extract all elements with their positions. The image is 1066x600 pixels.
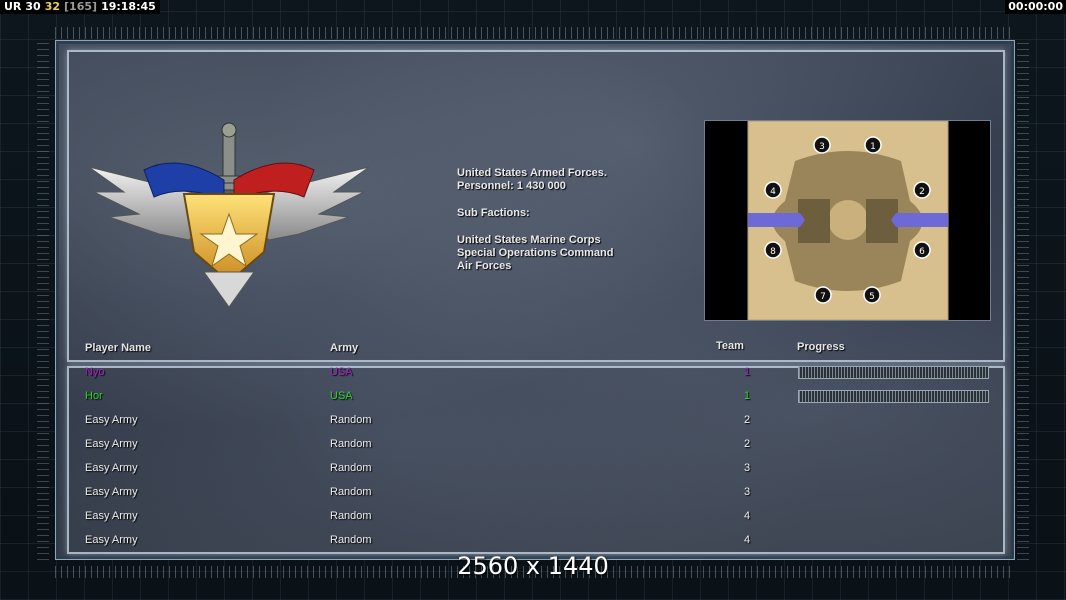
map-start-slot-6[interactable]: 6 [913, 241, 931, 259]
player-name: Nyo [85, 366, 105, 378]
map-start-slot-5[interactable]: 5 [863, 286, 881, 304]
header-team: Team [716, 340, 744, 352]
subfactions-heading: Sub Factions: [457, 207, 530, 219]
player-team: 1 [744, 390, 751, 402]
player-progress-bar [798, 390, 989, 403]
faction-description: United States Armed Forces. Personnel: 1… [457, 167, 613, 273]
faction-title: United States Armed Forces. [457, 167, 607, 179]
resolution-label: 2560 x 1440 [457, 552, 609, 580]
player-team: 4 [744, 534, 751, 546]
player-name: Easy Army [85, 486, 138, 498]
player-team: 2 [744, 414, 751, 426]
hud-fps-a: 30 [25, 0, 41, 13]
map-start-slot-4[interactable]: 4 [764, 181, 782, 199]
player-team: 3 [744, 486, 751, 498]
player-team: 3 [744, 462, 751, 474]
player-army: USA [330, 390, 353, 402]
player-row: Easy Army Random 2 [0, 438, 1066, 458]
subfaction-item: Air Forces [457, 260, 512, 272]
player-army: Random [330, 534, 372, 546]
map-start-slot-7[interactable]: 7 [814, 286, 832, 304]
player-row: Hor USA 1 [0, 390, 1066, 410]
svg-text:4: 4 [770, 187, 776, 197]
left-ruler [37, 40, 49, 560]
player-name: Hor [85, 390, 103, 402]
subfaction-item: United States Marine Corps [457, 234, 601, 246]
player-row: Nyo USA 1 [0, 366, 1066, 386]
map-start-slot-8[interactable]: 8 [764, 241, 782, 259]
usa-faction-emblem-icon [88, 122, 370, 308]
header-player-name: Player Name [85, 342, 152, 354]
player-army: USA [330, 366, 353, 378]
right-ruler [1017, 40, 1029, 560]
svg-text:3: 3 [819, 142, 825, 152]
player-army: Random [330, 414, 372, 426]
player-name: Easy Army [85, 462, 138, 474]
player-row: Easy Army Random 3 [0, 486, 1066, 506]
player-row: Easy Army Random 3 [0, 462, 1066, 482]
player-army: Random [330, 438, 372, 450]
hud-fps-c: [165] [64, 0, 98, 13]
map-start-slot-3[interactable]: 3 [813, 136, 831, 154]
player-row: Easy Army Random 4 [0, 534, 1066, 554]
hud-label: UR [4, 0, 22, 13]
player-name: Easy Army [85, 510, 138, 522]
player-army: Random [330, 462, 372, 474]
hud-timer: 00:00:00 [1005, 0, 1066, 14]
player-team: 1 [744, 366, 751, 378]
header-army: Army [330, 342, 359, 354]
svg-text:7: 7 [820, 292, 826, 302]
player-army: Random [330, 486, 372, 498]
map-start-slot-1[interactable]: 1 [864, 136, 882, 154]
hud-clock: 19:18:45 [101, 0, 156, 13]
svg-text:2: 2 [919, 187, 925, 197]
player-name: Easy Army [85, 534, 138, 546]
svg-text:8: 8 [770, 247, 776, 257]
svg-text:1: 1 [870, 142, 876, 152]
player-name: Easy Army [85, 414, 138, 426]
hud-stats: UR 30 32 [165] 19:18:45 [0, 0, 160, 14]
player-name: Easy Army [85, 438, 138, 450]
player-row: Easy Army Random 2 [0, 414, 1066, 434]
top-ruler [55, 27, 1011, 39]
player-row: Easy Army Random 4 [0, 510, 1066, 530]
player-army: Random [330, 510, 372, 522]
hud-fps-b: 32 [44, 0, 61, 13]
map-preview: 1 2 3 4 5 6 7 8 [704, 120, 991, 321]
svg-text:6: 6 [919, 247, 925, 257]
subfaction-item: Special Operations Command [457, 247, 614, 259]
player-team: 2 [744, 438, 751, 450]
header-progress: Progress [797, 341, 845, 353]
player-progress-bar [798, 366, 989, 379]
svg-text:5: 5 [869, 292, 875, 302]
map-start-slot-2[interactable]: 2 [913, 181, 931, 199]
faction-personnel: Personnel: 1 430 000 [457, 180, 566, 192]
player-team: 4 [744, 510, 751, 522]
